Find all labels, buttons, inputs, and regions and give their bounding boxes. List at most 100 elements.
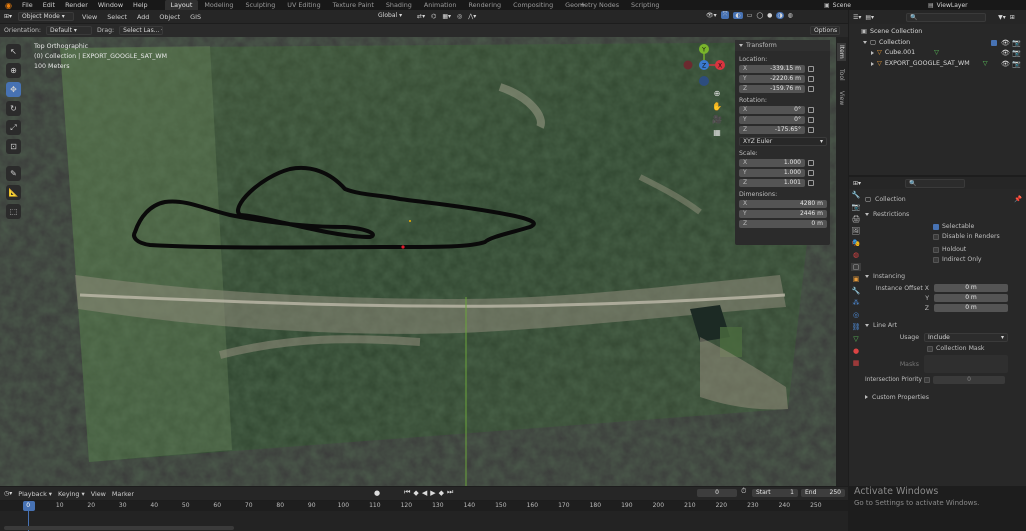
- frame-ruler[interactable]: 0 10 20 30 40 50 60 70 80 90 100 110 120 130 140 150 160…: [0, 501, 848, 511]
- dimensions-x-field[interactable]: X 4280 m: [739, 200, 827, 208]
- dimensions-y-field[interactable]: Y 2446 m: [739, 210, 827, 218]
- tab-modeling[interactable]: Modeling: [198, 0, 239, 10]
- instance-offset-y-field[interactable]: 0 m: [934, 294, 1008, 302]
- holdout-checkbox[interactable]: [933, 246, 939, 253]
- shading-rendered-icon[interactable]: ◍: [788, 12, 793, 19]
- camera-icon[interactable]: 📷: [1012, 48, 1021, 59]
- timeline-menu-marker[interactable]: Marker: [112, 490, 134, 498]
- lock-icon[interactable]: [808, 76, 814, 82]
- viewport-menu-add[interactable]: Add: [135, 13, 151, 21]
- tab-layout[interactable]: Layout: [164, 0, 199, 10]
- snap-target-icon[interactable]: ▦▾: [442, 13, 451, 20]
- shading-material-icon[interactable]: ◑: [776, 11, 784, 19]
- lock-icon[interactable]: [808, 170, 814, 176]
- tab-tool[interactable]: Tool: [837, 67, 846, 83]
- physics-tab-icon[interactable]: ◎: [853, 311, 859, 319]
- tool-tab-icon[interactable]: 🔧: [852, 191, 861, 199]
- timeline-editor-icon[interactable]: ◷▾: [4, 490, 12, 497]
- selectable-checkbox[interactable]: [933, 223, 939, 230]
- viewport-menu-gis[interactable]: GIS: [188, 13, 203, 21]
- options-dropdown[interactable]: Options ▾: [810, 26, 840, 35]
- indirect-only-checkbox[interactable]: [933, 256, 939, 263]
- current-frame-field[interactable]: 0: [697, 489, 737, 497]
- tab-geometry-nodes[interactable]: Geometry Nodes: [559, 0, 625, 10]
- drag-dropdown[interactable]: Select Las... ▾: [119, 26, 164, 35]
- prev-keyframe-icon[interactable]: ◆: [413, 489, 418, 497]
- lock-icon[interactable]: [808, 66, 814, 72]
- lock-icon[interactable]: [808, 86, 814, 92]
- eye-icon[interactable]: 👁: [1001, 59, 1010, 70]
- lock-icon[interactable]: [808, 107, 814, 113]
- menu-edit[interactable]: Edit: [38, 1, 60, 9]
- instancing-collapse-icon[interactable]: [865, 274, 869, 278]
- tab-shading[interactable]: Shading: [380, 0, 418, 10]
- tab-sculpting[interactable]: Sculpting: [239, 0, 281, 10]
- rotation-mode-dropdown[interactable]: XYZ Euler ▾: [739, 137, 827, 146]
- world-tab-icon[interactable]: ◍: [853, 251, 859, 259]
- play-icon[interactable]: ▶: [430, 489, 435, 497]
- intersection-priority-checkbox[interactable]: [924, 377, 930, 383]
- disable-renders-checkbox[interactable]: [933, 233, 939, 240]
- outliner-search-input[interactable]: 🔍: [906, 12, 987, 22]
- object-mode-dropdown[interactable]: Object Mode ▾: [18, 12, 75, 21]
- data-tab-icon[interactable]: ▽: [853, 335, 858, 343]
- eye-icon[interactable]: 👁: [1001, 48, 1010, 59]
- tab-view[interactable]: View: [837, 89, 846, 107]
- scene-selector[interactable]: ▣ Scene: [824, 0, 851, 10]
- add-workspace-icon[interactable]: +: [580, 1, 586, 9]
- new-collection-icon[interactable]: ⊞: [1010, 14, 1015, 21]
- end-frame-field[interactable]: End 250: [801, 489, 845, 497]
- constraints-tab-icon[interactable]: ⛓: [852, 323, 861, 331]
- transform-orientation-dropdown[interactable]: Global ▾: [375, 12, 411, 21]
- scale-y-field[interactable]: Y 1.000: [739, 169, 805, 177]
- texture-tab-icon[interactable]: ▦: [853, 359, 860, 367]
- lock-icon[interactable]: [808, 117, 814, 123]
- render-tab-icon[interactable]: 📷: [852, 203, 861, 211]
- menu-file[interactable]: File: [17, 1, 38, 9]
- cursor-tool-icon[interactable]: ⊕: [6, 63, 21, 78]
- annotate-tool-icon[interactable]: ✎: [6, 166, 21, 181]
- viewport-menu-object[interactable]: Object: [157, 13, 182, 21]
- timeline-menu-keying[interactable]: Keying ▾: [58, 490, 85, 498]
- outliner-row[interactable]: ▢ Collection 👁 📷: [849, 38, 1026, 49]
- tab-texture-paint[interactable]: Texture Paint: [327, 0, 380, 10]
- shading-solid-icon[interactable]: ●: [767, 12, 772, 19]
- timeline-menu-view[interactable]: View: [91, 490, 106, 498]
- jump-start-icon[interactable]: ⏮: [404, 488, 410, 497]
- pin-icon[interactable]: 📌: [1014, 195, 1022, 203]
- outliner-row[interactable]: ▽ EXPORT_GOOGLE_SAT_WM ▽ 👁 📷: [849, 59, 1026, 70]
- rotation-z-field[interactable]: Z -175.65°: [739, 126, 805, 134]
- camera-view-icon[interactable]: 🎥: [712, 115, 722, 124]
- view-layer-selector[interactable]: ▤ ViewLayer: [928, 0, 968, 10]
- custom-properties-expand-icon[interactable]: [865, 395, 868, 399]
- measure-tool-icon[interactable]: 📐: [6, 185, 21, 200]
- location-y-field[interactable]: Y -2220.6 m: [739, 75, 805, 83]
- rotate-tool-icon[interactable]: ↻: [6, 101, 21, 116]
- move-tool-icon[interactable]: ✥: [6, 82, 21, 97]
- masks-grid[interactable]: [924, 355, 1008, 373]
- instance-offset-z-field[interactable]: 0 m: [934, 304, 1008, 312]
- menu-help[interactable]: Help: [128, 1, 153, 9]
- rotation-y-field[interactable]: Y 0°: [739, 116, 805, 124]
- pan-hand-icon[interactable]: ✋: [712, 102, 722, 111]
- viewport-menu-view[interactable]: View: [80, 13, 99, 21]
- scale-tool-icon[interactable]: ⤢: [6, 120, 21, 135]
- exclude-checkbox[interactable]: [991, 39, 997, 46]
- orientation-dropdown[interactable]: Default ▾: [46, 26, 93, 35]
- output-tab-icon[interactable]: 🖨: [852, 215, 861, 223]
- outliner-row[interactable]: ▽ Cube.001 ▽ 👁 📷: [849, 48, 1026, 59]
- tab-rendering[interactable]: Rendering: [462, 0, 507, 10]
- gizmo-toggle-icon[interactable]: ⤧: [720, 11, 730, 19]
- menu-render[interactable]: Render: [60, 1, 93, 9]
- scene-tab-icon[interactable]: 🎭: [852, 239, 861, 247]
- scale-x-field[interactable]: X 1.000: [739, 159, 805, 167]
- tab-animation[interactable]: Animation: [418, 0, 463, 10]
- add-cube-tool-icon[interactable]: ⬚: [6, 204, 21, 219]
- lock-icon[interactable]: [808, 127, 814, 133]
- eye-icon[interactable]: 👁: [1001, 38, 1010, 49]
- viewport-menu-select[interactable]: Select: [105, 13, 129, 21]
- pivot-icon[interactable]: ⇄▾: [417, 13, 425, 20]
- shading-wireframe-icon[interactable]: ◯: [756, 12, 763, 19]
- record-icon[interactable]: ●: [374, 489, 380, 497]
- filter-icon[interactable]: ▼▾: [998, 14, 1006, 21]
